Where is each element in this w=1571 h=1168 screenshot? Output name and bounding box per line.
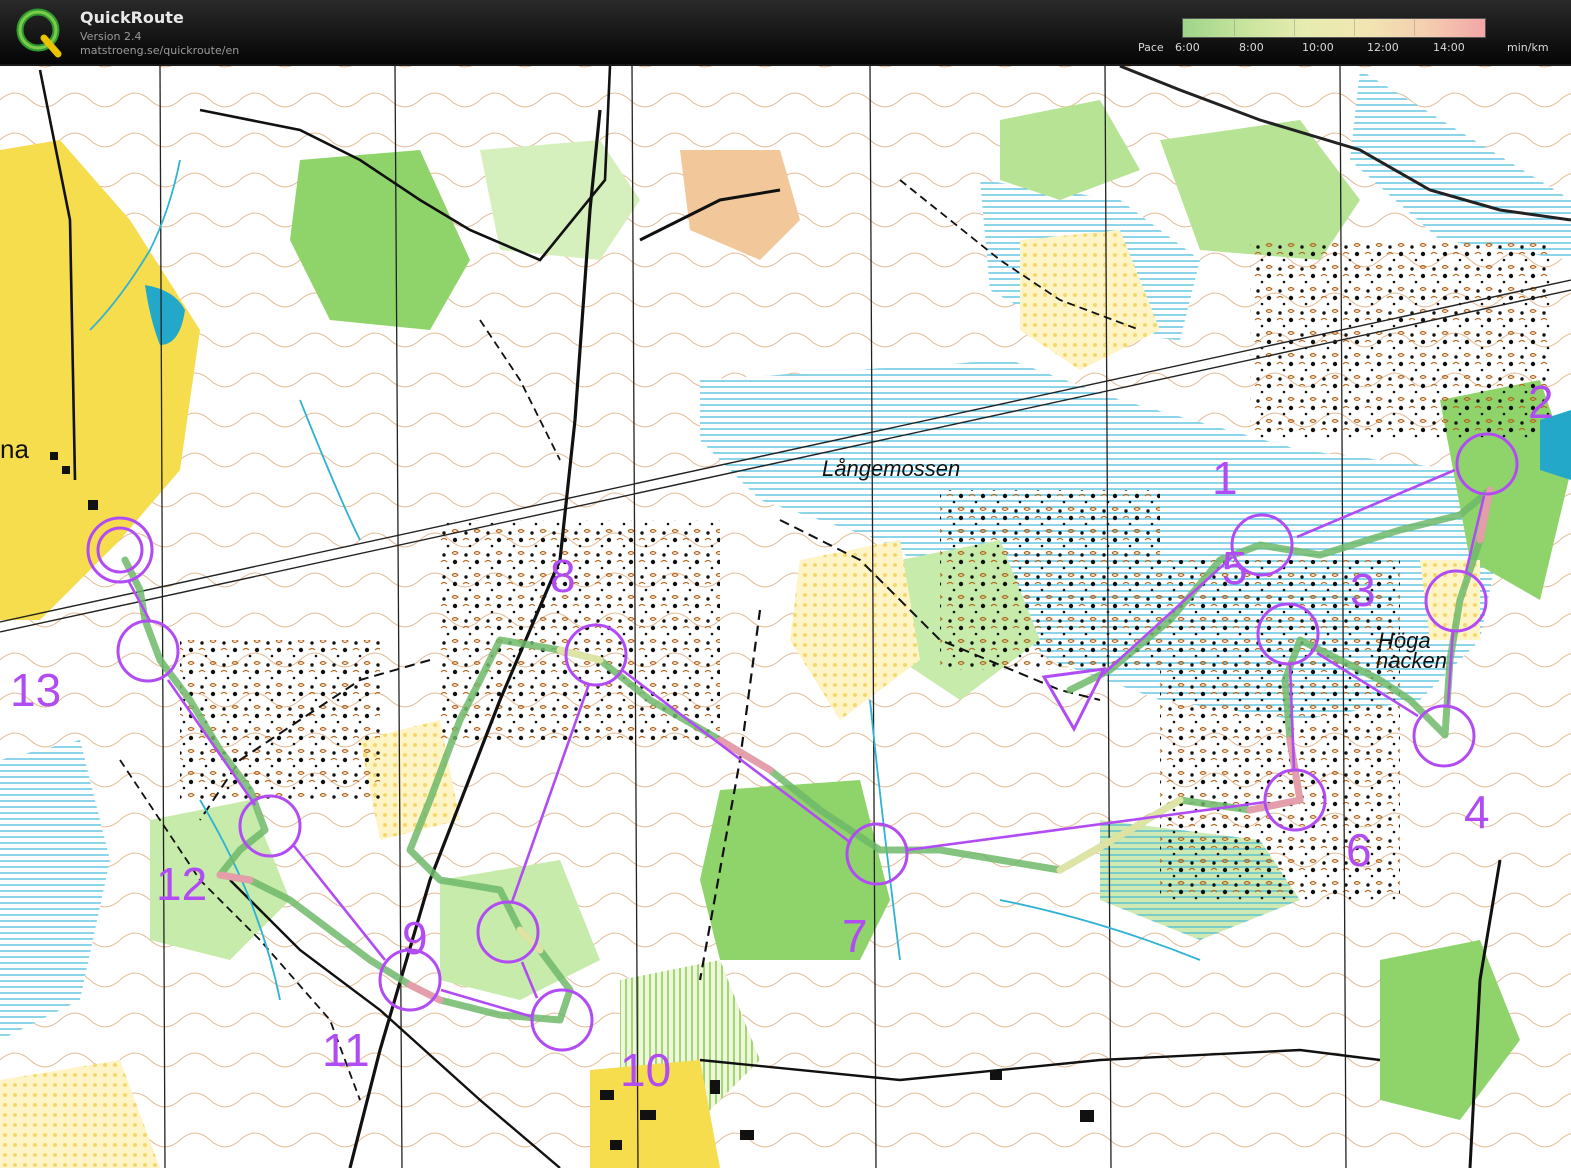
app-url: matstroeng.se/quickroute/en: [80, 44, 240, 57]
control-number-6: 6: [1346, 824, 1372, 876]
control-number-5: 5: [1222, 542, 1248, 594]
app-version: Version 2.4: [80, 30, 142, 43]
control-number-13: 13: [10, 664, 61, 716]
pace-color-bar: [1182, 18, 1486, 38]
place-name-langemossen: Långemossen: [822, 456, 960, 481]
header-bar: QuickRoute Version 2.4 matstroeng.se/qui…: [0, 0, 1571, 66]
control-number-4: 4: [1464, 786, 1490, 838]
pace-gridline: [1354, 18, 1355, 36]
orienteering-map[interactable]: Långemossen Höga nacken na 1 2 3 4 5 6 7…: [0, 66, 1571, 1168]
control-number-7: 7: [842, 910, 868, 962]
quickroute-window: QuickRoute Version 2.4 matstroeng.se/qui…: [0, 0, 1571, 1168]
pace-tick-label: 12:00: [1367, 41, 1399, 54]
control-number-1: 1: [1212, 452, 1238, 504]
quickroute-q-logo-icon: [16, 8, 62, 58]
pace-tick-label: 10:00: [1302, 41, 1334, 54]
app-title: QuickRoute: [80, 8, 184, 27]
pace-tick-label: 6:00: [1175, 41, 1200, 54]
place-name-fragment: na: [0, 434, 29, 464]
rocky-terrain: [180, 640, 380, 800]
control-number-8: 8: [550, 550, 576, 602]
pace-gridline: [1294, 18, 1295, 36]
pace-tick-label: 8:00: [1239, 41, 1264, 54]
pace-tick-label: 14:00: [1433, 41, 1465, 54]
control-number-9: 9: [402, 912, 428, 964]
pace-gridline: [1414, 18, 1415, 36]
pace-unit: min/km: [1507, 41, 1549, 54]
control-number-3: 3: [1350, 564, 1376, 616]
place-name-nacken: nacken: [1376, 648, 1447, 673]
map-canvas[interactable]: Långemossen Höga nacken na 1 2 3 4 5 6 7…: [0, 66, 1571, 1168]
rocky-terrain: [940, 490, 1160, 670]
pace-legend: Pace 6:00 8:00 10:00 12:00 14:00 min/km: [1130, 16, 1560, 60]
control-number-11: 11: [322, 1024, 370, 1076]
control-number-10: 10: [620, 1044, 671, 1096]
pace-gridline: [1234, 18, 1235, 36]
control-number-2: 2: [1528, 376, 1554, 428]
control-number-12: 12: [156, 858, 207, 910]
pace-label: Pace: [1138, 41, 1164, 54]
